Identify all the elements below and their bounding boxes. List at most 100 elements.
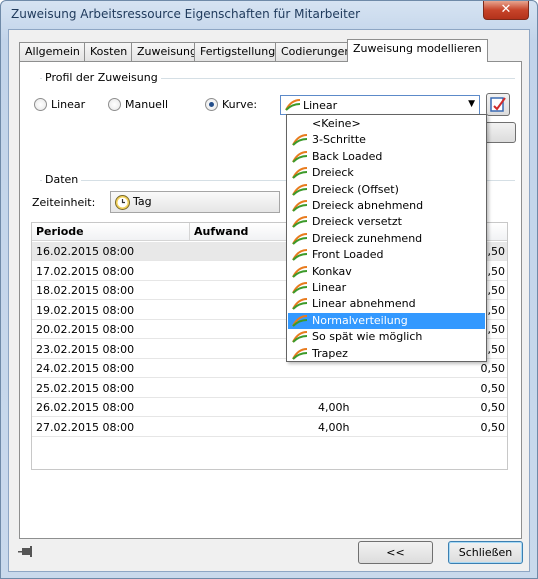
dialog-window: Zuweisung Arbeitsressource Eigenschaften… — [0, 0, 538, 579]
radio-linear-indicator — [34, 98, 47, 111]
period-cell: 19.02.2015 08:00 — [36, 303, 135, 317]
title-bar[interactable]: Zuweisung Arbeitsressource Eigenschaften… — [1, 1, 537, 29]
period-cell: 27.02.2015 08:00 — [36, 420, 135, 434]
curve-option-label: Normalverteilung — [312, 313, 408, 327]
time-unit-value: Tag — [133, 195, 152, 208]
column-header-aufwand[interactable]: Aufwand — [194, 225, 248, 238]
back-button[interactable]: << — [358, 541, 433, 564]
radio-kurve[interactable]: Kurve: — [205, 98, 257, 111]
curve-option-label: So spät wie möglich — [312, 330, 423, 344]
curve-option[interactable]: Dreieck abnehmend — [288, 198, 485, 214]
curve-option-label: Konkav — [312, 264, 352, 278]
period-cell: 26.02.2015 08:00 — [36, 401, 135, 414]
effort-cell: 4,00h — [318, 420, 350, 434]
curve-option[interactable]: Trapez — [288, 346, 485, 362]
curve-option[interactable]: Normalverteilung — [288, 312, 485, 329]
curve-option-label: Front Loaded — [312, 248, 384, 262]
curve-option[interactable]: Dreieck (Offset) — [288, 182, 485, 198]
radio-manuell-indicator — [108, 98, 121, 111]
curve-icon — [292, 282, 308, 294]
curve-option-label: Linear abnehmend — [312, 297, 416, 311]
curve-icon — [292, 134, 308, 147]
period-cell: 17.02.2015 08:00 — [36, 264, 135, 278]
tab-zuweisung-modellieren[interactable]: Zuweisung modellieren — [347, 39, 488, 62]
curve-icon — [292, 150, 308, 163]
curve-option[interactable]: Linear abnehmend — [288, 296, 485, 312]
radio-linear[interactable]: Linear — [34, 98, 85, 111]
curve-option[interactable]: Front Loaded — [288, 247, 485, 263]
curve-icon — [292, 298, 308, 311]
close-button[interactable]: Schließen — [448, 541, 523, 564]
curve-option-label: Trapez — [312, 346, 348, 360]
curve-option-label: Dreieck zunehmend — [312, 231, 423, 245]
tab-codierungen[interactable]: Codierungen — [275, 42, 358, 61]
curve-option-label: Back Loaded — [312, 149, 383, 163]
period-cell: 25.02.2015 08:00 — [36, 381, 135, 395]
curve-option[interactable]: Dreieck — [288, 165, 485, 181]
value-cell: 0,50 — [480, 401, 506, 414]
effort-cell: 4,00h — [318, 401, 350, 414]
tab-kosten[interactable]: Kosten — [84, 42, 134, 61]
curve-icon — [292, 347, 308, 360]
pin-icon[interactable] — [17, 546, 35, 558]
curve-option[interactable]: 3-Schritte — [288, 132, 485, 148]
window-title: Zuweisung Arbeitsressource Eigenschaften… — [11, 7, 361, 21]
curve-select-value: Linear — [303, 99, 338, 112]
curve-icon — [292, 183, 308, 196]
radio-manuell-label: Manuell — [125, 98, 169, 111]
curve-icon — [292, 200, 308, 212]
curve-option-label: Dreieck versetzt — [312, 215, 402, 229]
curve-select[interactable]: Linear ▼ — [280, 95, 480, 115]
value-cell: 0,50 — [480, 420, 506, 434]
edit-curve-button[interactable] — [486, 93, 510, 116]
period-cell: 16.02.2015 08:00 — [36, 245, 135, 258]
profile-group-label: Profil der Zuweisung — [42, 71, 161, 84]
curve-option[interactable]: Dreieck zunehmend — [288, 231, 485, 247]
curve-option[interactable]: Dreieck versetzt — [288, 214, 485, 230]
value-cell: 0,50 — [480, 381, 506, 395]
curve-option-label: Dreieck (Offset) — [312, 182, 399, 196]
curve-option[interactable]: Linear — [288, 280, 485, 296]
period-cell: 23.02.2015 08:00 — [36, 342, 135, 356]
radio-kurve-indicator — [205, 98, 218, 111]
radio-kurve-label: Kurve: — [222, 98, 258, 111]
curve-option[interactable]: Konkav — [288, 264, 485, 280]
table-row[interactable]: 26.02.2015 08:00 4,00h 0,50 — [32, 398, 507, 417]
column-divider — [189, 223, 190, 241]
curve-option[interactable]: So spät wie möglich — [288, 329, 485, 345]
curve-icon — [292, 265, 308, 278]
curve-icon — [292, 167, 308, 179]
tab-fertigstellung[interactable]: Fertigstellung — [194, 42, 282, 61]
curve-option[interactable]: Back Loaded — [288, 149, 485, 165]
radio-linear-label: Linear — [51, 98, 86, 111]
curve-icon — [292, 216, 308, 229]
curve-option-label: Dreieck abnehmend — [312, 199, 424, 212]
curve-option-label: <Keine> — [312, 117, 361, 130]
data-group-label: Daten — [42, 173, 82, 186]
curve-option[interactable]: <Keine> — [288, 116, 485, 132]
curve-icon — [292, 249, 308, 261]
curve-icon — [285, 99, 301, 111]
table-row[interactable]: 27.02.2015 08:00 4,00h 0,50 — [32, 418, 507, 437]
close-window-button[interactable]: ✕ — [483, 1, 529, 20]
time-unit-label: Zeiteinheit: — [32, 196, 96, 209]
value-cell: 0,50 — [480, 362, 506, 375]
period-cell: 20.02.2015 08:00 — [36, 323, 135, 336]
time-unit-select[interactable]: Tag — [110, 191, 280, 213]
curve-option-label: Linear — [312, 281, 347, 294]
curve-icon — [292, 314, 308, 327]
table-row[interactable]: 25.02.2015 08:00 0,50 — [32, 379, 507, 398]
curve-icon — [292, 232, 308, 245]
curve-option-label: Dreieck — [312, 166, 354, 180]
tab-allgemein[interactable]: Allgemein — [19, 42, 86, 61]
column-header-periode[interactable]: Periode — [36, 225, 84, 238]
curve-icon — [292, 331, 308, 343]
period-cell: 18.02.2015 08:00 — [36, 284, 135, 297]
dialog-client-area: Allgemein Kosten Zuweisung Fertigstellun… — [8, 29, 530, 572]
curve-dropdown-list: <Keine> 3-Schritte Back Loaded Dreieck Dreie… — [286, 114, 487, 362]
tab-zuweisung[interactable]: Zuweisung — [131, 42, 203, 61]
chevron-down-icon: ▼ — [468, 99, 475, 109]
tab-panel: Profil der Zuweisung Linear Manuell Kurv… — [19, 61, 522, 539]
radio-manuell[interactable]: Manuell — [108, 98, 168, 111]
clock-icon — [115, 195, 130, 210]
